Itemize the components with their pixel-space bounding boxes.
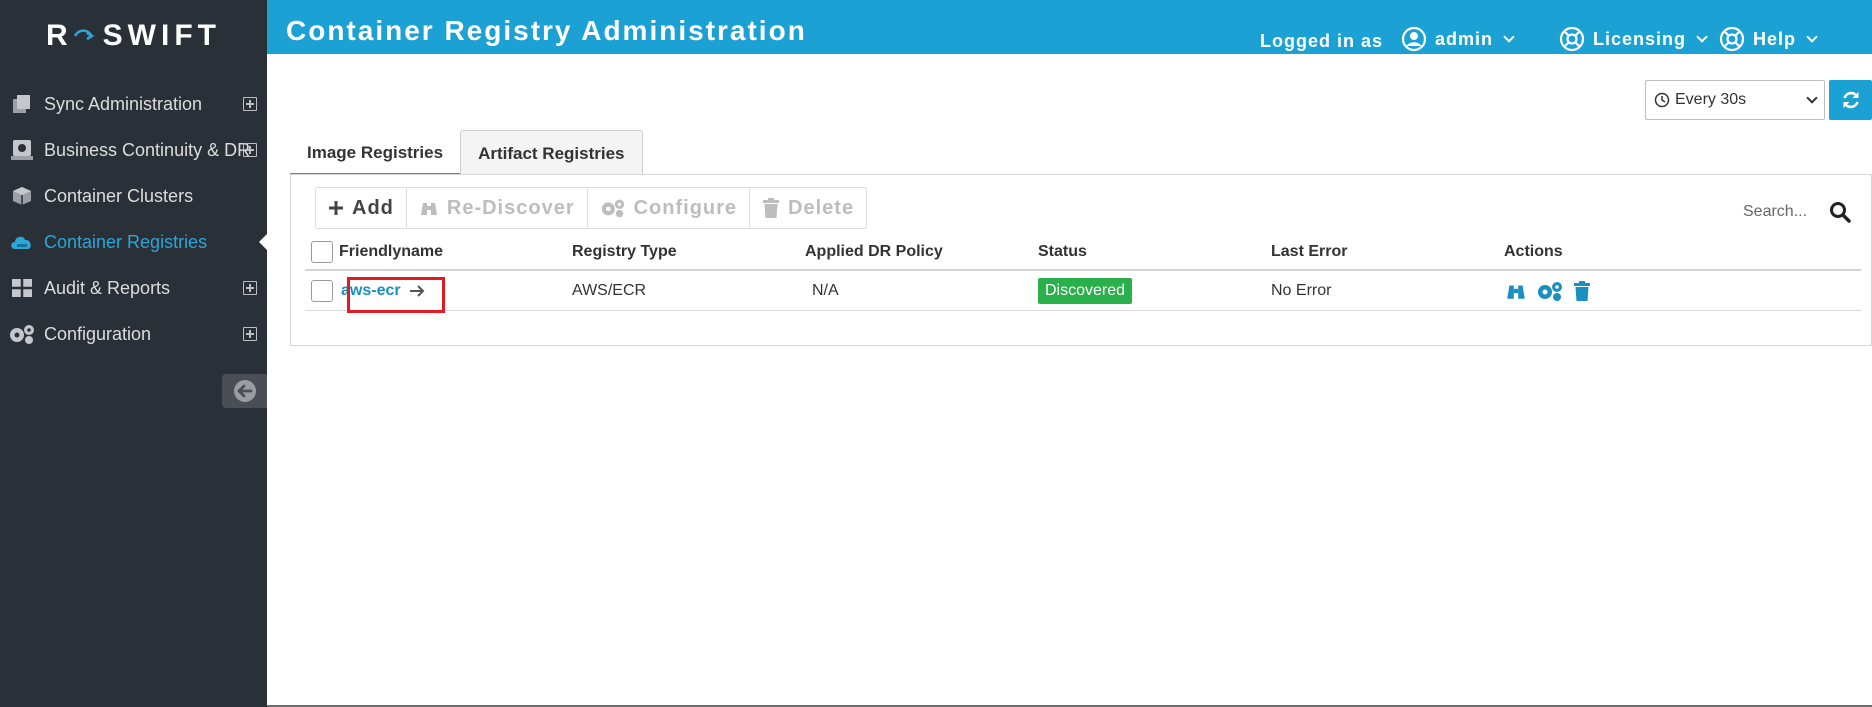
column-header-applied-dr-policy[interactable]: Applied DR Policy [805,235,943,269]
table-header: Friendlyname Registry Type Applied DR Po… [305,235,1861,271]
table-icon [8,276,36,300]
configure-action-icon[interactable] [1536,280,1564,302]
status-badge: Discovered [1038,277,1133,304]
collapse-sidebar-button[interactable] [222,374,267,408]
user-name: admin [1435,28,1494,49]
sidebar-item-business-continuity[interactable]: Business Continuity & DR [0,127,267,173]
logo-mark-letter: R [46,19,73,52]
app-root: R SWIFT Sync Administration Business Con… [0,0,1872,707]
main-content: Every 30s Image Registries Artifact Regi… [267,54,1872,707]
configure-button[interactable]: Configure [588,188,751,228]
actions-cell [1505,271,1591,310]
column-header-last-error[interactable]: Last Error [1271,235,1347,269]
page-title: Container Registry Administration [286,15,807,46]
expand-plus-icon[interactable] [243,281,257,295]
cube-icon [8,184,36,208]
highlight-box [347,277,445,313]
logo-mark: R [46,19,95,53]
logo-text: SWIFT [102,19,221,52]
rediscover-action-icon[interactable] [1505,281,1527,301]
licensing-label: Licensing [1593,28,1687,49]
column-header-registry-type[interactable]: Registry Type [572,235,677,269]
rediscover-button-label: Re-Discover [446,196,575,219]
dr-policy-cell: N/A [812,281,839,299]
search-input[interactable] [1743,203,1815,221]
sidebar-item-label: Business Continuity & DR [44,139,251,160]
toolbar: Add Re-Discover Configure Delete [315,187,868,229]
sidebar-item-audit-reports[interactable]: Audit & Reports [0,265,267,311]
row-select-cell [311,271,333,310]
registries-panel: Add Re-Discover Configure Delete Search.… [290,174,1872,346]
search-box [1743,201,1851,223]
row-checkbox[interactable] [311,279,333,302]
sidebar-nav: Sync Administration Business Continuity … [0,81,267,357]
user-menu[interactable]: admin [1401,26,1515,52]
chevron-down-icon [1806,92,1818,104]
configure-button-label: Configure [633,196,738,219]
column-header-status[interactable]: Status [1038,235,1087,269]
refresh-button[interactable] [1829,80,1872,120]
sidebar-item-label: Container Clusters [44,185,194,206]
delete-button[interactable]: Delete [750,188,866,228]
sidebar-item-container-registries[interactable]: Container Registries [0,219,267,265]
user-circle-icon [1401,26,1427,52]
arrow-left-circle-icon [233,380,256,402]
chevron-down-icon [1696,30,1708,43]
tab-artifact-registries[interactable]: Artifact Registries [460,130,643,176]
add-button[interactable]: Add [316,188,407,228]
last-error-cell: No Error [1271,281,1332,299]
cloud-icon [8,230,36,254]
help-label: Help [1753,28,1797,49]
sidebar-item-label: Sync Administration [44,93,203,114]
refresh-icon [1842,91,1859,109]
logo-swoosh-icon [73,29,95,41]
expand-plus-icon[interactable] [243,97,257,111]
add-button-label: Add [352,196,394,219]
logged-in-label: Logged in as [1260,31,1384,51]
expand-plus-icon[interactable] [243,327,257,341]
expand-plus-icon[interactable] [243,143,257,157]
sidebar: R SWIFT Sync Administration Business Con… [0,0,267,707]
status-cell: Discovered [1038,271,1133,310]
column-header-actions: Actions [1504,243,1563,260]
sidebar-item-sync-administration[interactable]: Sync Administration [0,81,267,127]
sidebar-item-container-clusters[interactable]: Container Clusters [0,173,267,219]
gears-icon [8,322,36,346]
server-icon [8,138,36,162]
clock-icon [1654,92,1670,108]
column-header-friendlyname[interactable]: Friendlyname [339,235,443,269]
help-icon [1719,26,1745,52]
sidebar-item-configuration[interactable]: Configuration [0,311,267,357]
chevron-down-icon [1503,30,1515,43]
binoculars-icon [420,203,437,215]
select-all-checkbox[interactable] [311,241,333,263]
refresh-interval-value: Every 30s [1675,91,1747,108]
sidebar-item-label: Container Registries [44,231,208,252]
registries-table: Friendlyname Registry Type Applied DR Po… [305,235,1861,313]
delete-button-label: Delete [788,196,855,219]
lifebuoy-icon [1559,26,1585,52]
copy-icon [8,92,36,116]
tab-image-registries[interactable]: Image Registries [290,130,461,176]
trash-icon [763,198,780,218]
licensing-menu[interactable]: Licensing [1559,26,1708,52]
delete-action-icon[interactable] [1573,280,1591,302]
registry-tabs: Image Registries Artifact Registries [290,130,643,176]
gears-icon [601,199,624,218]
rediscover-button[interactable]: Re-Discover [407,188,588,228]
chevron-down-icon [1806,30,1818,43]
plus-icon [329,201,343,215]
registry-type-cell: AWS/ECR [572,281,647,299]
logo: R SWIFT [0,0,267,72]
search-icon[interactable] [1829,201,1851,223]
sidebar-item-label: Configuration [44,323,152,344]
topbar: Container Registry Administration Logged… [267,0,1872,54]
sidebar-item-label: Audit & Reports [44,277,171,298]
select-all-cell [311,235,333,269]
help-menu[interactable]: Help [1719,26,1818,52]
refresh-interval-select[interactable]: Every 30s [1645,80,1825,120]
table-row: aws-ecr AWS/ECR N/A Discovered No Error [305,271,1861,313]
